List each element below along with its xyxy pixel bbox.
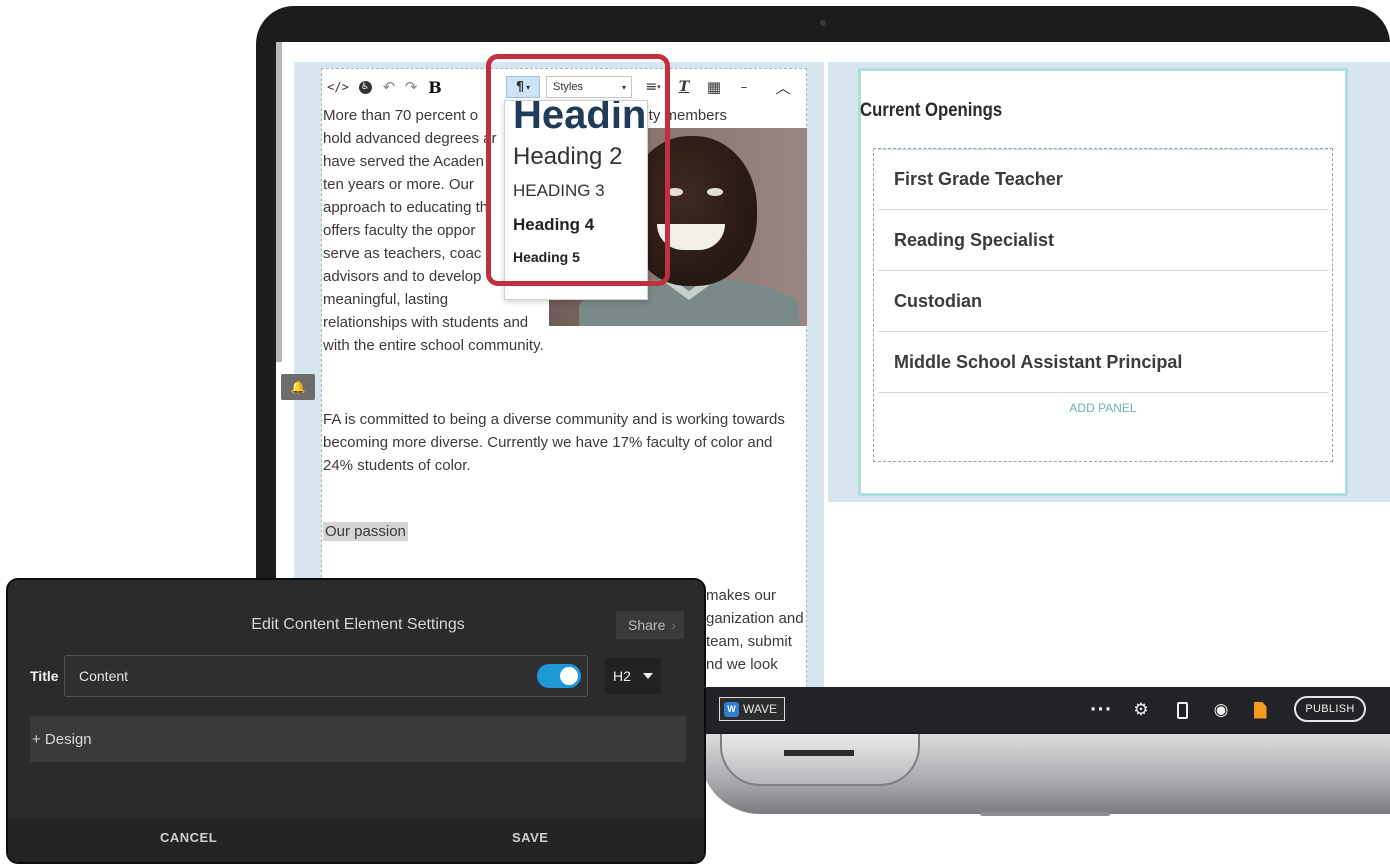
clear-format-icon[interactable]: T [674,76,694,98]
eye-icon[interactable]: ◉ [1208,698,1234,722]
laptop-notch [720,734,920,786]
passion-heading[interactable]: Our passion [323,522,408,541]
editor-bottom-bar [696,687,1390,732]
wave-label: WAVE [743,702,778,716]
laptop-foot [980,812,1110,816]
redo-icon[interactable]: ↷ [400,76,422,98]
accordion-panel-first-grade-teacher[interactable]: First Grade Teacher [878,149,1328,210]
camera-dot [820,20,826,26]
share-button[interactable]: Share › [616,611,684,639]
title-field-label: Title [30,668,59,684]
share-label: Share [628,617,666,633]
partial-line: team, submit [706,633,792,650]
page-icon[interactable] [1248,698,1272,722]
accordion-panel-custodian[interactable]: Custodian [878,271,1328,332]
save-button[interactable]: SAVE [512,830,548,845]
add-panel-button[interactable]: ADD PANEL [874,393,1332,415]
chevron-right-icon: › [671,617,676,633]
wave-logo-icon: W [724,701,739,717]
gear-icon[interactable]: ⚙ [1128,698,1154,722]
accordion-panel-reading-specialist[interactable]: Reading Specialist [878,210,1328,271]
wave-button[interactable]: W WAVE [719,697,785,721]
accessibility-icon[interactable]: ♿ [352,76,378,98]
mobile-icon[interactable] [1170,698,1194,722]
photo-eye [707,188,723,196]
heading-level-value: H2 [613,668,631,684]
bold-button[interactable]: B [422,76,448,98]
modal-footer [8,818,704,862]
partial-paragraph[interactable]: makes our ganization and team, submit nd… [706,584,806,676]
highlight-callout [486,54,670,286]
table-icon[interactable]: ▦ [702,76,726,98]
design-section-toggle[interactable]: + Design [30,716,686,762]
p1-line: with the entire school community. [323,337,544,354]
undo-icon[interactable]: ↶ [378,76,400,98]
code-icon[interactable]: </> [324,76,352,98]
accordion-panel-assistant-principal[interactable]: Middle School Assistant Principal [878,332,1328,393]
partial-line: ganization and [706,610,804,627]
laptop-hinge [784,750,854,756]
publish-button[interactable]: PUBLISH [1294,696,1366,722]
bell-icon[interactable]: 🔔 [281,374,315,400]
collapse-icon[interactable]: ︿ [772,76,794,98]
partial-line: nd we look [706,656,778,673]
openings-title: Current Openings [860,100,1003,121]
toggle-knob [560,667,578,685]
chevron-down-icon [642,673,653,679]
p1-line-1a: More than 70 percent o [323,107,479,124]
title-visibility-toggle[interactable] [537,664,581,688]
heading-level-select[interactable]: H2 [605,658,661,694]
more-icon[interactable]: ··· [1088,698,1114,722]
modal-title: Edit Content Element Settings [251,616,465,633]
page-scrollbar[interactable] [276,42,282,362]
title-input[interactable] [64,655,588,697]
settings-modal: Edit Content Element Settings Share › Tit… [6,578,706,864]
openings-accordion: First Grade Teacher Reading Specialist C… [873,148,1333,462]
horizontal-rule-icon[interactable]: – [734,76,754,98]
partial-line: makes our [706,587,777,604]
diversity-paragraph[interactable]: FA is committed to being a diverse commu… [323,408,793,477]
cancel-button[interactable]: CANCEL [160,830,217,845]
